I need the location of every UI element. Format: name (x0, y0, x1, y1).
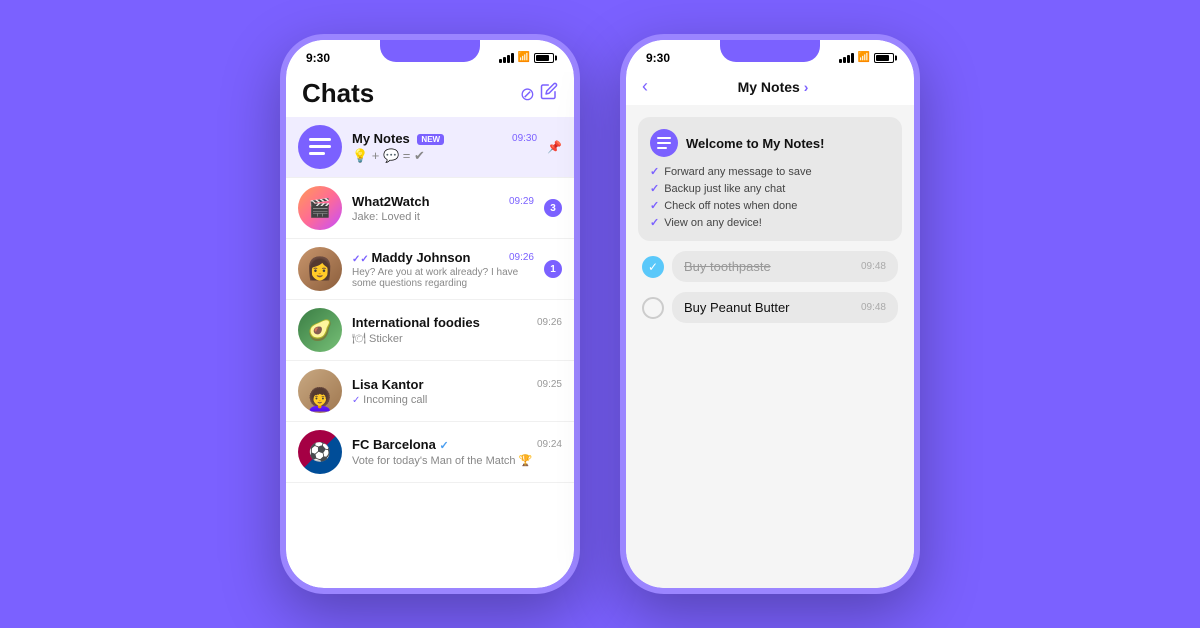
chevron-icon: › (804, 79, 809, 95)
chat-preview-maddy: Hey? Are you at work already? I have som… (352, 267, 534, 289)
chat-content-fcb: FC Barcelona ✓ 09:24 Vote for today's Ma… (352, 437, 562, 467)
todo-check-2[interactable] (642, 297, 664, 319)
double-check-lisa: ✓ (352, 395, 363, 406)
avatar-lisa: 👩‍🦱 (298, 369, 342, 413)
chat-top-lisa: Lisa Kantor 09:25 (352, 377, 562, 392)
welcome-item-1: Forward any message to save (650, 165, 890, 178)
chat-preview-lisa: ✓ Incoming call (352, 394, 562, 406)
chat-content-intl: International foodies 09:26 🍽 Sticker (352, 315, 562, 345)
chats-title: Chats (302, 78, 374, 109)
phone-notch-2 (720, 40, 820, 62)
avatar-mynotes (298, 125, 342, 169)
todo-time-1: 09:48 (861, 261, 886, 272)
status-icons-1: 📶 (499, 53, 554, 63)
chat-name-intl: International foodies (352, 315, 480, 330)
phone-notes: 9:30 📶 ‹ My Notes › (620, 34, 920, 594)
status-icons-2: 📶 (839, 53, 894, 63)
chat-preview-w2w: Jake: Loved it (352, 211, 534, 223)
todo-text-2: Buy Peanut Butter (684, 300, 790, 315)
wifi-icon: 📶 (518, 53, 530, 63)
chat-name-fcb: FC Barcelona ✓ (352, 437, 449, 452)
notes-avatar-small (650, 129, 678, 157)
chat-top-mynotes: My Notes NEW 09:30 (352, 131, 537, 146)
pin-icon: 📌 (547, 140, 562, 154)
avatar-intl: 🥑 (298, 308, 342, 352)
chat-item-fcb[interactable]: ⚽ FC Barcelona ✓ 09:24 Vote for today's … (286, 422, 574, 483)
todo-bubble-1: Buy toothpaste 09:48 (672, 251, 898, 282)
chat-top-w2w: What2Watch 09:29 (352, 194, 534, 209)
notes-body: Welcome to My Notes! Forward any message… (626, 105, 914, 588)
chat-top-fcb: FC Barcelona ✓ 09:24 (352, 437, 562, 452)
chat-name-maddy: ✓✓ Maddy Johnson (352, 250, 471, 265)
verified-badge: ✓ (439, 440, 448, 452)
avatar-w2w: 🎬 (298, 186, 342, 230)
chat-list: My Notes NEW 09:30 💡 + 💬 = ✔ 📌 🎬 (286, 117, 574, 588)
compose-icon[interactable]: ⊘ (520, 82, 558, 105)
phone-notch (380, 40, 480, 62)
chat-time-lisa: 09:25 (537, 379, 562, 390)
chat-item-maddy[interactable]: 👩 ✓✓ Maddy Johnson 09:26 Hey? Are you at… (286, 239, 574, 300)
chat-item-lisa[interactable]: 👩‍🦱 Lisa Kantor 09:25 ✓ Incoming call (286, 361, 574, 422)
unread-badge-w2w: 3 (544, 199, 562, 217)
todo-bubble-2: Buy Peanut Butter 09:48 (672, 292, 898, 323)
chat-preview-fcb: Vote for today's Man of the Match 🏆 (352, 454, 562, 467)
chat-content-maddy: ✓✓ Maddy Johnson 09:26 Hey? Are you at w… (352, 250, 534, 289)
wifi-icon-2: 📶 (858, 53, 870, 63)
chat-top-intl: International foodies 09:26 (352, 315, 562, 330)
welcome-item-2: Backup just like any chat (650, 182, 890, 195)
chat-preview-mynotes: 💡 + 💬 = ✔ (352, 148, 537, 164)
chat-time-maddy: 09:26 (509, 252, 534, 263)
battery-icon-2 (874, 53, 894, 63)
unread-badge-maddy: 1 (544, 260, 562, 278)
avatar-fcb: ⚽ (298, 430, 342, 474)
status-time-2: 9:30 (646, 51, 670, 65)
chat-item-intl[interactable]: 🥑 International foodies 09:26 🍽 Sticker (286, 300, 574, 361)
phone-chats: 9:30 📶 Chats ⊘ (280, 34, 580, 594)
chat-name-lisa: Lisa Kantor (352, 377, 424, 392)
chat-content-w2w: What2Watch 09:29 Jake: Loved it (352, 194, 534, 223)
signal-icon (499, 53, 514, 63)
battery-icon (534, 53, 554, 63)
notes-header: ‹ My Notes › (626, 72, 914, 105)
chat-time-intl: 09:26 (537, 317, 562, 328)
welcome-title: Welcome to My Notes! (686, 136, 824, 151)
avatar-maddy: 👩 (298, 247, 342, 291)
todo-time-2: 09:48 (861, 302, 886, 313)
chat-preview-intl: 🍽 Sticker (352, 332, 562, 345)
notes-screen-title: My Notes › (648, 79, 898, 95)
chat-name-w2w: What2Watch (352, 194, 430, 209)
chat-top-maddy: ✓✓ Maddy Johnson 09:26 (352, 250, 534, 265)
todo-text-1: Buy toothpaste (684, 259, 771, 274)
todo-item-2[interactable]: Buy Peanut Butter 09:48 (638, 292, 902, 323)
welcome-item-4: View on any device! (650, 216, 890, 229)
chat-time-fcb: 09:24 (537, 439, 562, 450)
welcome-item-3: Check off notes when done (650, 199, 890, 212)
chat-time-mynotes: 09:30 (512, 133, 537, 144)
welcome-card: Welcome to My Notes! Forward any message… (638, 117, 902, 241)
chat-item-mynotes[interactable]: My Notes NEW 09:30 💡 + 💬 = ✔ 📌 (286, 117, 574, 178)
new-badge: NEW (417, 134, 444, 145)
chat-item-w2w[interactable]: 🎬 What2Watch 09:29 Jake: Loved it 3 (286, 178, 574, 239)
chat-content-lisa: Lisa Kantor 09:25 ✓ Incoming call (352, 377, 562, 406)
status-time-1: 9:30 (306, 51, 330, 65)
chat-time-w2w: 09:29 (509, 196, 534, 207)
welcome-list: Forward any message to save Backup just … (650, 165, 890, 229)
signal-icon-2 (839, 53, 854, 63)
todo-item-1[interactable]: ✓ Buy toothpaste 09:48 (638, 251, 902, 282)
chat-name-mynotes: My Notes NEW (352, 131, 444, 146)
double-check-maddy: ✓✓ (352, 254, 372, 265)
chat-content-mynotes: My Notes NEW 09:30 💡 + 💬 = ✔ (352, 131, 537, 164)
chats-header: Chats ⊘ (286, 72, 574, 117)
todo-check-1[interactable]: ✓ (642, 256, 664, 278)
welcome-card-header: Welcome to My Notes! (650, 129, 890, 157)
